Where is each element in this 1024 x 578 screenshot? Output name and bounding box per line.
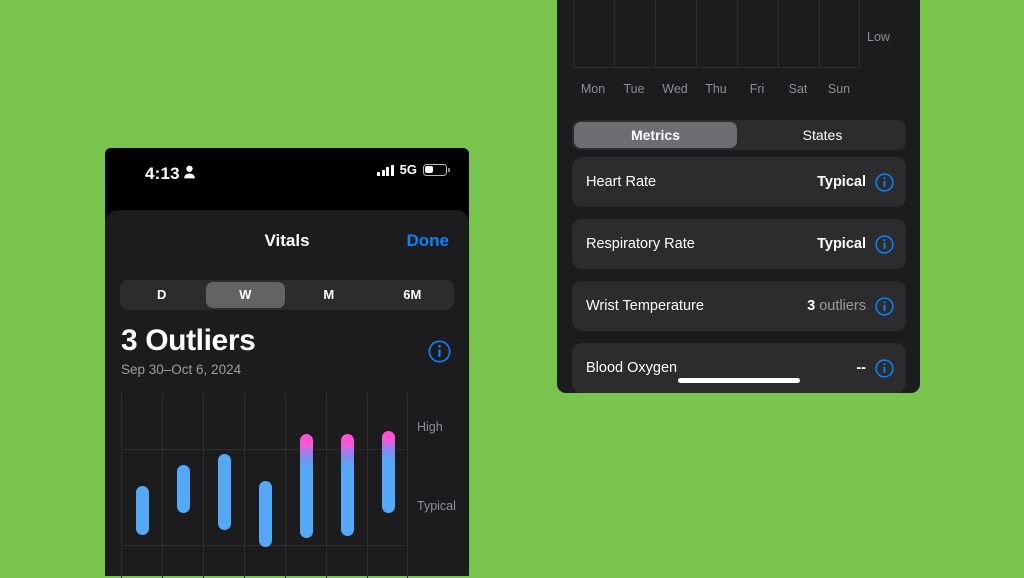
list-item-blood-oxygen[interactable]: Blood Oxygen -- xyxy=(572,343,906,393)
metric-status: -- xyxy=(856,358,894,378)
status-badge: Typical xyxy=(817,174,866,190)
chart-plot-area-bottom xyxy=(573,0,860,68)
status-bar: 4:13 5G xyxy=(105,148,469,203)
outlier-unit: outliers xyxy=(815,298,866,314)
network-type-label: 5G xyxy=(399,162,417,177)
axis-tick-fri: Fri xyxy=(749,82,765,96)
status-bar-time: 4:13 xyxy=(145,164,180,183)
battery-icon xyxy=(423,164,450,176)
outlier-count: 3 xyxy=(807,298,816,314)
info-circle-icon[interactable] xyxy=(428,340,451,363)
list-item-respiratory-rate[interactable]: Respiratory Rate Typical xyxy=(572,219,906,269)
metric-name: Wrist Temperature xyxy=(586,298,704,314)
axis-tick-mon: Mon xyxy=(580,82,606,96)
axis-tick-tue: Tue xyxy=(623,82,645,96)
info-circle-icon[interactable] xyxy=(875,172,894,192)
right-phone-screenshot: Low Mon Tue Wed Thu Fri Sat Sun Metrics … xyxy=(557,0,920,393)
axis-tick-thu: Thu xyxy=(705,82,727,96)
metric-name: Heart Rate xyxy=(586,174,657,190)
chart-bar xyxy=(177,465,190,513)
axis-tick-wed: Wed xyxy=(662,82,688,96)
list-item-wrist-temperature[interactable]: Wrist Temperature 3 outliers xyxy=(572,281,906,331)
tab-states[interactable]: States xyxy=(741,122,904,148)
metric-status: Typical xyxy=(817,234,894,254)
axis-label-typical: Typical xyxy=(417,499,456,513)
metric-name: Blood Oxygen xyxy=(586,360,678,376)
status-badge: -- xyxy=(856,360,866,376)
metric-status: 3 outliers xyxy=(807,296,894,316)
home-indicator xyxy=(677,378,800,383)
axis-tick-sun: Sun xyxy=(827,82,851,96)
chart-bar xyxy=(218,454,231,530)
chart-bar-outlier xyxy=(341,434,354,536)
axis-label-low: Low xyxy=(867,30,890,44)
chart-plot-area xyxy=(121,393,408,578)
axis-tick-sat: Sat xyxy=(788,82,808,96)
segment-6m[interactable]: 6M xyxy=(373,282,453,308)
status-badge: Typical xyxy=(817,236,866,252)
status-bar-indicators: 5G xyxy=(377,162,450,177)
metric-status: Typical xyxy=(817,172,894,192)
time-range-segmented-control[interactable]: D W M 6M xyxy=(120,280,454,310)
chart-bar xyxy=(259,481,272,547)
segment-w[interactable]: W xyxy=(205,282,285,308)
chart-bar-outlier xyxy=(300,434,313,538)
chart-bar xyxy=(136,486,149,535)
cellular-signal-icon xyxy=(377,164,394,176)
tab-metrics[interactable]: Metrics xyxy=(574,122,737,148)
list-item-heart-rate[interactable]: Heart Rate Typical xyxy=(572,157,906,207)
segment-m[interactable]: M xyxy=(289,282,369,308)
sheet-nav-bar: Vitals Done xyxy=(105,210,469,270)
metrics-list: Heart Rate Typical Respiratory Rate Typi… xyxy=(572,157,906,393)
metrics-states-segmented-control[interactable]: Metrics States xyxy=(572,120,906,150)
info-circle-icon[interactable] xyxy=(875,358,894,378)
status-badge: 3 outliers xyxy=(807,298,866,314)
info-circle-icon[interactable] xyxy=(875,234,894,254)
vitals-chart-bottom: Low Mon Tue Wed Thu Fri Sat Sun xyxy=(557,0,920,108)
chart-bar-outlier xyxy=(382,431,395,513)
done-button[interactable]: Done xyxy=(407,231,450,251)
person-icon xyxy=(184,165,195,179)
vitals-range-chart: High Typical xyxy=(121,393,456,578)
segment-d[interactable]: D xyxy=(122,282,202,308)
axis-label-high: High xyxy=(417,420,443,434)
vitals-sheet: Vitals Done D W M 6M 3 Outliers Sep 30–O… xyxy=(105,210,469,578)
info-circle-icon[interactable] xyxy=(875,296,894,316)
metric-name: Respiratory Rate xyxy=(586,236,695,252)
outliers-headline: 3 Outliers xyxy=(121,324,256,357)
date-range-label: Sep 30–Oct 6, 2024 xyxy=(121,362,242,377)
